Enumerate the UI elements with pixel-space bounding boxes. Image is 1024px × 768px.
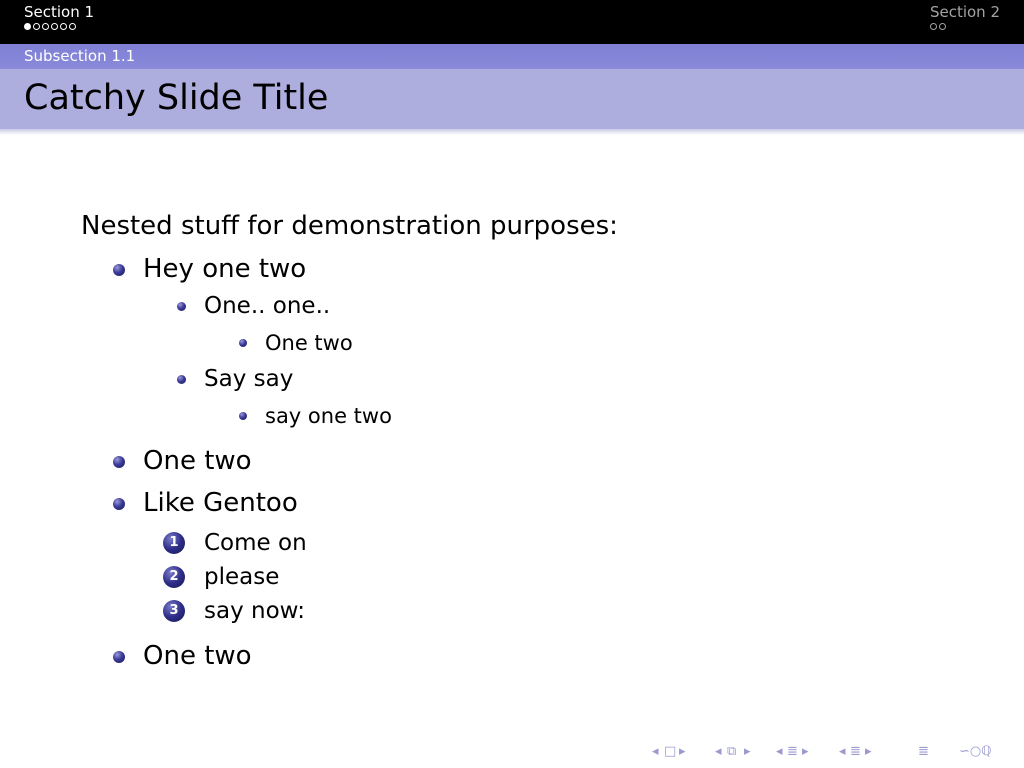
intro-text: Nested stuff for demonstration purposes: [81,211,618,241]
search-icon[interactable]: ∽○ℚ [959,744,991,760]
bullet-icon [113,264,125,276]
bullet-icon [239,339,247,347]
enum-number-icon: 3 [163,600,185,622]
list-item: One.. one.. [204,293,331,319]
slide-body: Nested stuff for demonstration purposes:… [0,0,1024,768]
list-item: Say say [204,366,294,392]
bullet-icon [113,498,125,510]
align-icon[interactable]: ≣ [918,744,929,760]
list-icon[interactable]: ≣ [850,744,861,760]
bullet-icon [113,456,125,468]
bullet-icon [177,375,186,384]
list-item: say one two [265,404,392,428]
arrow-right-icon[interactable]: ▸ [802,744,809,760]
arrow-left-icon[interactable]: ◂ [839,744,846,760]
arrow-right-icon[interactable]: ▸ [865,744,872,760]
arrow-left-icon[interactable]: ◂ [776,744,783,760]
list-item: One two [265,331,353,355]
enum-item: say now: [204,598,305,624]
bullet-icon [177,302,186,311]
list-item: One two [143,641,252,671]
enum-number-icon: 2 [163,566,185,588]
list-item: One two [143,446,252,476]
list-item: Hey one two [143,254,307,284]
arrow-left-icon[interactable]: ◂ [652,744,659,760]
arrow-right-icon[interactable]: ▸ [679,744,686,760]
frame-icon[interactable]: □ [664,744,676,760]
arrow-right-icon[interactable]: ▸ [744,744,751,760]
subsection-icon[interactable]: ⧉ [727,744,736,760]
arrow-left-icon[interactable]: ◂ [715,744,722,760]
list-item: Like Gentoo [143,488,298,518]
section-icon[interactable]: ≣ [787,744,798,760]
enum-number-icon: 1 [163,532,185,554]
enum-item: Come on [204,530,307,556]
bullet-icon [239,412,247,420]
bullet-icon [113,651,125,663]
enum-item: please [204,564,280,590]
